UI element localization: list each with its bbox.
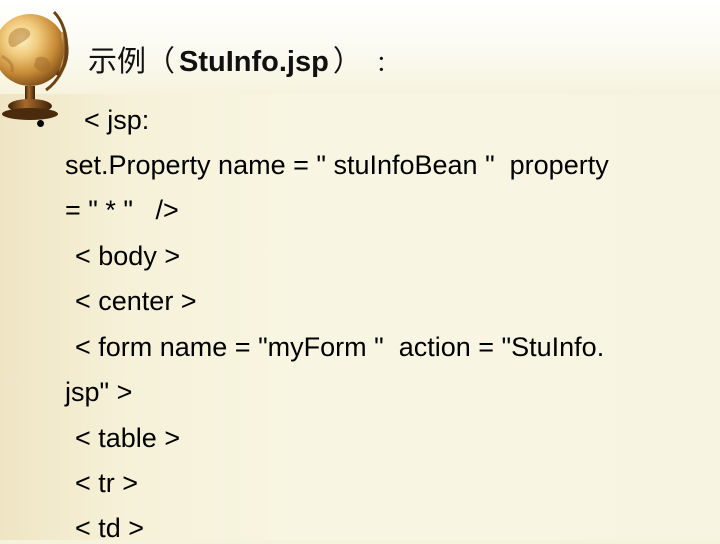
bullet-marker: • [36, 108, 46, 138]
code-line: < form name = "myForm " action = "StuInf… [75, 332, 605, 362]
code-line: < td > [75, 513, 145, 543]
title-prefix: 示例（ [88, 44, 176, 78]
code-line: < jsp: [84, 105, 150, 135]
code-line: = " * " /> [65, 195, 179, 225]
code-line: < tr > [75, 468, 139, 498]
title-colon: ： [375, 52, 398, 77]
title-filename: StuInfo.jsp [179, 46, 329, 78]
slide-title: 示例（ StuInfo.jsp ） ： [88, 38, 398, 78]
slide-content: • < jsp: set.Property name = " stuInfoBe… [0, 98, 720, 543]
code-line: < body > [75, 241, 181, 271]
code-line: jsp" > [65, 377, 133, 407]
code-line: < table > [75, 423, 181, 453]
title-suffix: ） [332, 44, 362, 78]
code-line: set.Property name = " stuInfoBean " prop… [65, 150, 609, 180]
code-line: < center > [75, 286, 197, 316]
